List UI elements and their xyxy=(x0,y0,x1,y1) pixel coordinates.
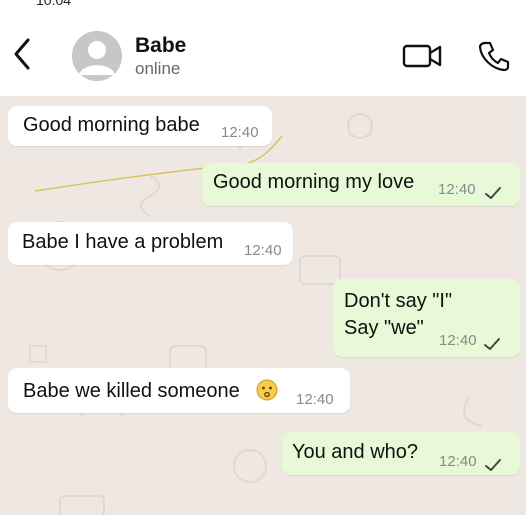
contact-status: online xyxy=(135,59,181,78)
message-outgoing[interactable]: You and who? 12:40 xyxy=(282,432,520,475)
message-time: 12:40 xyxy=(244,242,282,259)
contact-name[interactable]: Babe xyxy=(135,34,186,58)
message-time: 12:40 xyxy=(439,453,477,470)
message-text-line: Say "we" xyxy=(344,317,424,339)
message-text: You and who? xyxy=(292,441,419,463)
message-time: 12:40 xyxy=(439,332,477,349)
chat-area: Good morning babe 12:40 Good morning my … xyxy=(0,96,526,523)
message-incoming[interactable]: Good morning babe 12:40 xyxy=(8,106,272,146)
message-text: Good morning babe xyxy=(23,114,200,136)
bottom-edge xyxy=(0,515,526,523)
message-text: Babe we killed someone xyxy=(23,380,240,402)
message-text: Babe I have a problem xyxy=(22,231,224,253)
chat-header: Babe online xyxy=(0,14,526,97)
video-camera-icon[interactable] xyxy=(402,42,444,70)
checkmark-icon xyxy=(484,183,502,199)
message-text: Good morning my love xyxy=(213,171,415,193)
avatar[interactable] xyxy=(72,31,122,81)
status-time: 10:04 xyxy=(36,0,72,8)
message-outgoing[interactable]: Don't say "I" Say "we" 12:40 xyxy=(333,279,520,357)
checkmark-icon xyxy=(483,334,501,350)
message-time: 12:40 xyxy=(221,124,259,141)
checkmark-icon xyxy=(484,455,502,471)
worried-face-emoji xyxy=(256,379,278,401)
message-outgoing[interactable]: Good morning my love 12:40 xyxy=(202,163,520,206)
message-incoming[interactable]: Babe I have a problem 12:40 xyxy=(8,222,293,265)
phone-icon[interactable] xyxy=(476,38,512,74)
message-text-line: Don't say "I" xyxy=(344,290,453,312)
status-bar: 10:04 xyxy=(0,0,526,14)
message-time: 12:40 xyxy=(438,181,476,198)
message-incoming[interactable]: Babe we killed someone 12:40 xyxy=(8,368,350,413)
message-time: 12:40 xyxy=(296,391,334,408)
chevron-left-icon[interactable] xyxy=(6,34,40,74)
